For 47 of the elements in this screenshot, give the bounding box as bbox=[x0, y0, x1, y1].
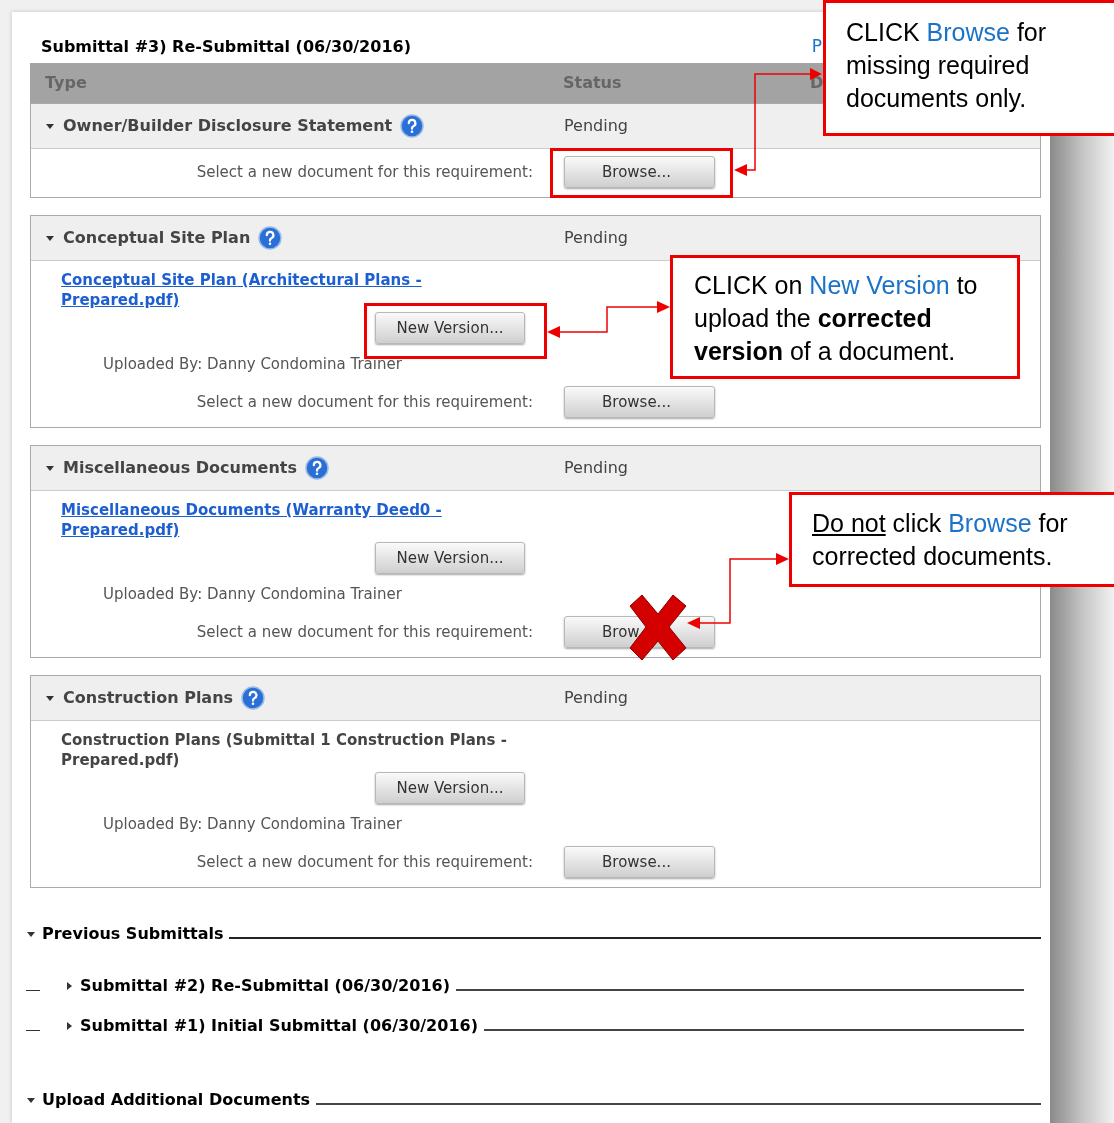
header-link[interactable]: P bbox=[811, 33, 822, 60]
browse-button[interactable]: Browse... bbox=[564, 156, 715, 188]
new-version-button[interactable]: New Version... bbox=[375, 542, 525, 574]
section-title[interactable]: Previous Submittals bbox=[42, 922, 224, 946]
caret-down-icon[interactable] bbox=[45, 121, 55, 131]
select-document-label: Select a new document for this requirement: bbox=[196, 163, 533, 181]
submittal-title: Submittal #3) Re-Submittal (06/30/2016) bbox=[41, 35, 411, 58]
caret-down-icon[interactable] bbox=[26, 1095, 36, 1105]
callout-box: CLICK Browse for missing required documents only. bbox=[823, 0, 1114, 136]
uploaded-by-text: Uploaded By: Danny Condomina Trainer bbox=[103, 815, 402, 833]
browse-button[interactable]: Browse... bbox=[564, 846, 715, 878]
select-document-label: Select a new document for this requirement: bbox=[196, 623, 533, 641]
status-text: Pending bbox=[564, 115, 628, 137]
caret-down-icon[interactable] bbox=[45, 693, 55, 703]
new-version-button[interactable]: New Version... bbox=[375, 312, 525, 344]
document-link[interactable]: Conceptual Site Plan (Architectural Plans - Prepared.pdf) bbox=[61, 270, 531, 310]
callout-box: Do not click Browse for corrected documents. bbox=[789, 492, 1114, 587]
uploaded-by-text: Uploaded By: Danny Condomina Trainer bbox=[103, 355, 402, 373]
column-header: Status bbox=[563, 73, 622, 92]
callout-box: CLICK on New Version to upload the corrected version of a document. bbox=[670, 255, 1020, 379]
caret-down-icon[interactable] bbox=[45, 233, 55, 243]
status-text: Pending bbox=[564, 457, 628, 479]
column-header: Type bbox=[45, 73, 87, 92]
section-title[interactable]: Upload Additional Documents bbox=[42, 1088, 311, 1112]
document-link[interactable]: Miscellaneous Documents (Warranty Deed0 - Prepared.pdf) bbox=[61, 500, 531, 540]
new-version-button[interactable]: New Version... bbox=[375, 772, 525, 804]
caret-right-icon[interactable] bbox=[64, 1021, 74, 1031]
status-text: Pending bbox=[564, 687, 628, 709]
caret-down-icon[interactable] bbox=[26, 929, 36, 939]
help-icon[interactable] bbox=[241, 686, 266, 710]
requirement-type[interactable]: Conceptual Site Plan bbox=[63, 226, 251, 250]
requirement-type[interactable]: Miscellaneous Documents bbox=[63, 456, 297, 480]
caret-right-icon[interactable] bbox=[64, 981, 74, 991]
select-document-label: Select a new document for this requirement: bbox=[196, 393, 533, 411]
help-icon[interactable] bbox=[400, 114, 425, 138]
uploaded-by-text: Uploaded By: Danny Condomina Trainer bbox=[103, 585, 402, 603]
requirement-type[interactable]: Owner/Builder Disclosure Statement bbox=[63, 114, 393, 138]
caret-down-icon[interactable] bbox=[45, 463, 55, 473]
requirement-type[interactable]: Construction Plans bbox=[63, 686, 234, 710]
help-icon[interactable] bbox=[258, 226, 283, 250]
browse-button[interactable]: Browse... bbox=[564, 386, 715, 418]
select-document-label: Select a new document for this requirement: bbox=[196, 853, 533, 871]
submittal-item[interactable]: Submittal #1) Initial Submittal (06/30/2016) bbox=[80, 1014, 478, 1038]
document-name: Construction Plans (Submittal 1 Construction Plans - Prepared.pdf) bbox=[61, 730, 508, 770]
submittal-item[interactable]: Submittal #2) Re-Submittal (06/30/2016) bbox=[80, 974, 450, 998]
status-text: Pending bbox=[564, 227, 628, 249]
help-icon[interactable] bbox=[305, 456, 329, 480]
